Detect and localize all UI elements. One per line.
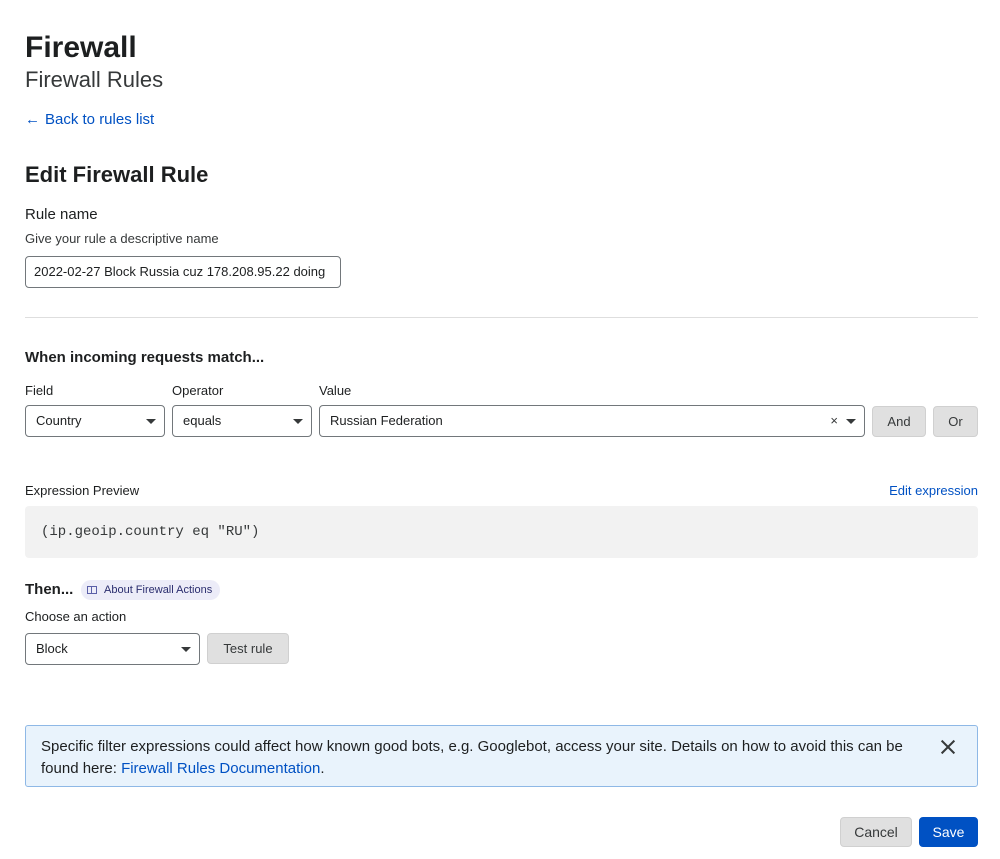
- chevron-down-icon: [846, 419, 856, 424]
- firewall-rules-documentation-link[interactable]: Firewall Rules Documentation: [121, 760, 320, 777]
- page-subtitle: Firewall Rules: [25, 67, 164, 92]
- action-select[interactable]: Block: [25, 633, 200, 665]
- operator-label: Operator: [172, 383, 224, 398]
- chevron-down-icon: [293, 419, 303, 424]
- chevron-down-icon: [181, 647, 191, 652]
- value-select[interactable]: Russian Federation ×: [319, 405, 865, 437]
- back-link-label: Back to rules list: [45, 111, 155, 128]
- or-button[interactable]: Or: [933, 406, 978, 437]
- and-button[interactable]: And: [872, 406, 926, 437]
- rule-name-hint: Give your rule a descriptive name: [25, 231, 219, 246]
- value-label: Value: [319, 383, 352, 398]
- page-title: Firewall: [25, 31, 137, 64]
- book-icon: [87, 586, 97, 594]
- then-label: Then...: [25, 581, 74, 598]
- back-to-rules-link[interactable]: ← Back to rules list: [25, 110, 154, 130]
- divider: [25, 317, 978, 318]
- notice-trailing: .: [320, 760, 325, 777]
- about-firewall-actions-label: About Firewall Actions: [104, 584, 213, 596]
- operator-select[interactable]: equals: [172, 405, 312, 437]
- edit-expression-link[interactable]: Edit expression: [889, 482, 978, 500]
- chevron-down-icon: [146, 419, 156, 424]
- choose-action-label: Choose an action: [25, 609, 127, 624]
- test-rule-button[interactable]: Test rule: [207, 633, 289, 664]
- arrow-left-icon: ←: [25, 111, 40, 128]
- field-select[interactable]: Country: [25, 405, 165, 437]
- expression-preview: (ip.geoip.country eq "RU"): [25, 506, 978, 558]
- expression-preview-label: Expression Preview: [25, 483, 140, 498]
- rule-name-input[interactable]: 2022-02-27 Block Russia cuz 178.208.95.2…: [25, 256, 341, 288]
- save-button[interactable]: Save: [919, 817, 978, 847]
- value-select-value: Russian Federation: [330, 413, 443, 428]
- field-label: Field: [25, 383, 54, 398]
- rule-name-label: Rule name: [25, 206, 98, 223]
- section-title: Edit Firewall Rule: [25, 162, 209, 187]
- action-select-value: Block: [36, 641, 68, 656]
- operator-select-value: equals: [183, 413, 222, 428]
- match-title: When incoming requests match...: [25, 349, 265, 366]
- clear-icon[interactable]: ×: [830, 406, 838, 436]
- about-firewall-actions-link[interactable]: About Firewall Actions: [81, 580, 221, 600]
- field-select-value: Country: [36, 413, 82, 428]
- close-icon[interactable]: [941, 740, 955, 754]
- cancel-button[interactable]: Cancel: [840, 817, 912, 847]
- bot-warning-notice: Specific filter expressions could affect…: [25, 725, 978, 787]
